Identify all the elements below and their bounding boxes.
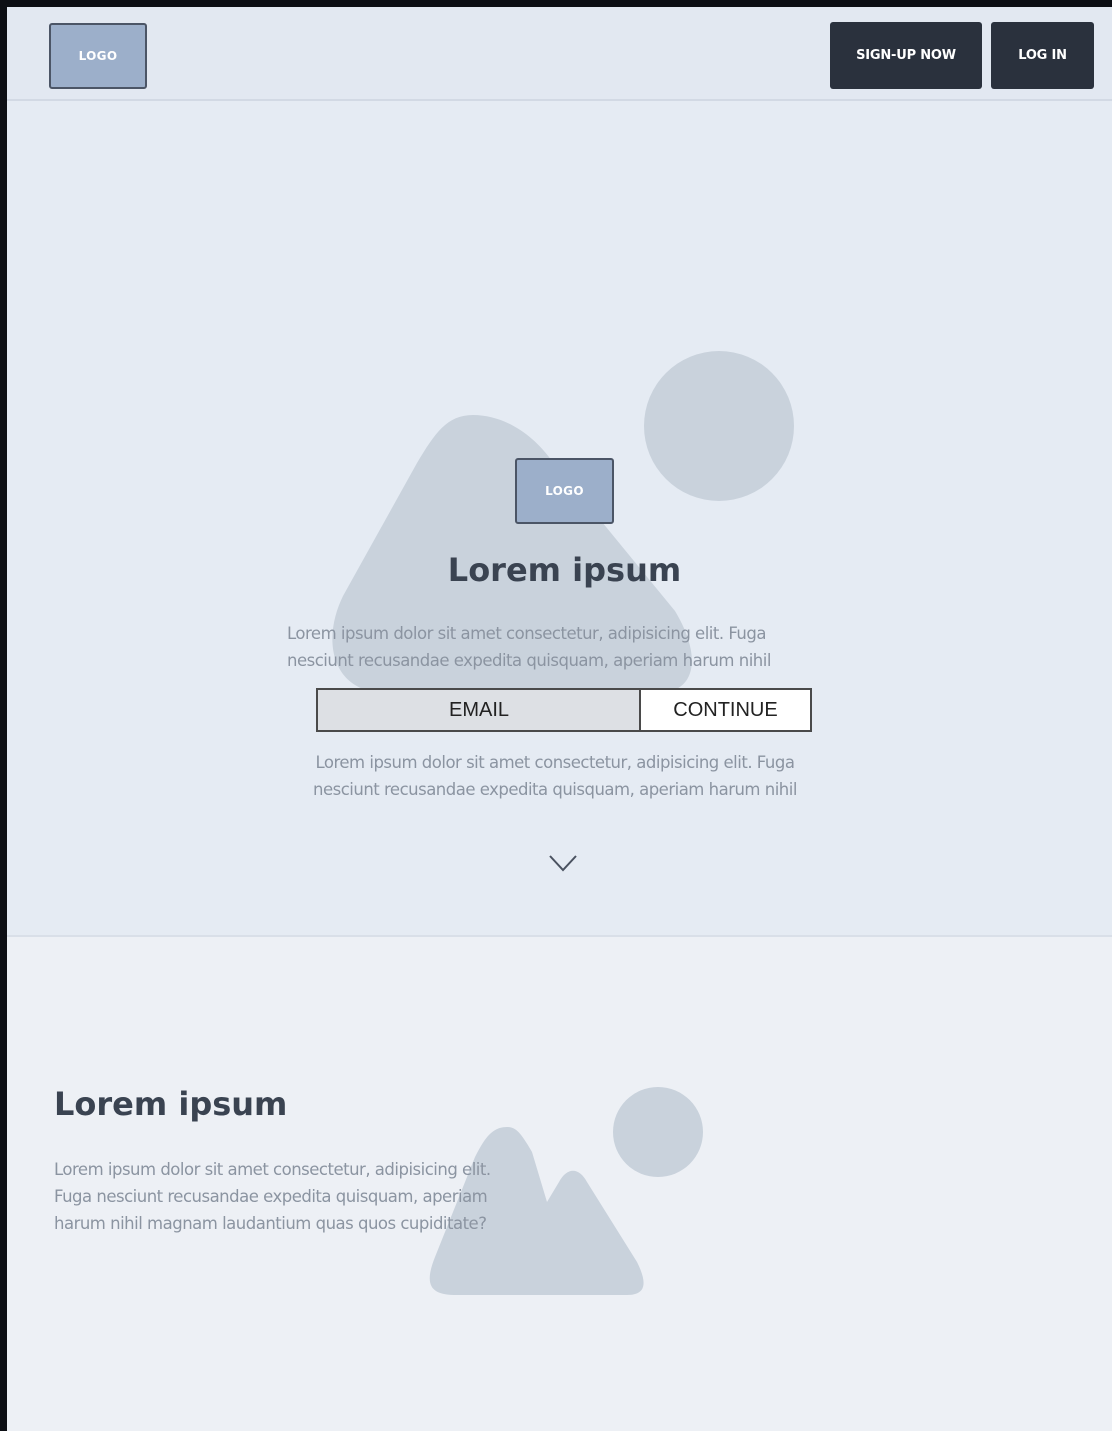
top-navbar: LOGO SIGN-UP NOW LOG IN xyxy=(7,7,1112,101)
login-button[interactable]: LOG IN xyxy=(991,22,1094,89)
hero-logo: LOGO xyxy=(515,458,614,524)
hero-footnote-line: Lorem ipsum dolor sit amet consectetur, … xyxy=(315,753,795,772)
continue-button[interactable]: CONTINUE xyxy=(639,688,812,732)
section-description: Lorem ipsum dolor sit amet consectetur, … xyxy=(54,1156,524,1237)
hero-footnote: Lorem ipsum dolor sit amet consectetur, … xyxy=(313,749,797,803)
placeholder-sun-shape xyxy=(644,351,794,501)
section-description-line: Lorem ipsum dolor sit amet consectetur, … xyxy=(54,1160,491,1179)
feature-section: Lorem ipsum Lorem ipsum dolor sit amet c… xyxy=(7,935,1112,1431)
hero-section: LOGO Lorem ipsum Lorem ipsum dolor sit a… xyxy=(7,101,1112,935)
section-description-line: Fuga nesciunt recusandae expedita quisqu… xyxy=(54,1187,488,1206)
hero-description: Lorem ipsum dolor sit amet consectetur, … xyxy=(287,620,771,674)
email-input[interactable]: EMAIL xyxy=(316,688,640,732)
page: LOGO SIGN-UP NOW LOG IN LOGO Lorem ipsum… xyxy=(7,7,1112,1431)
header-logo[interactable]: LOGO xyxy=(49,23,147,89)
hero-description-line: nesciunt recusandae expedita quisquam, a… xyxy=(287,651,771,670)
section-title: Lorem ipsum xyxy=(54,1085,288,1123)
signup-button[interactable]: SIGN-UP NOW xyxy=(830,22,982,89)
hero-footnote-line: nesciunt recusandae expedita quisquam, a… xyxy=(313,780,797,799)
section-description-line: harum nihil magnam laudantium quas quos … xyxy=(54,1214,487,1233)
hero-title: Lorem ipsum xyxy=(447,551,682,589)
hero-description-line: Lorem ipsum dolor sit amet consectetur, … xyxy=(287,624,766,643)
placeholder-sun-shape xyxy=(613,1087,703,1177)
chevron-down-icon[interactable] xyxy=(548,853,578,873)
